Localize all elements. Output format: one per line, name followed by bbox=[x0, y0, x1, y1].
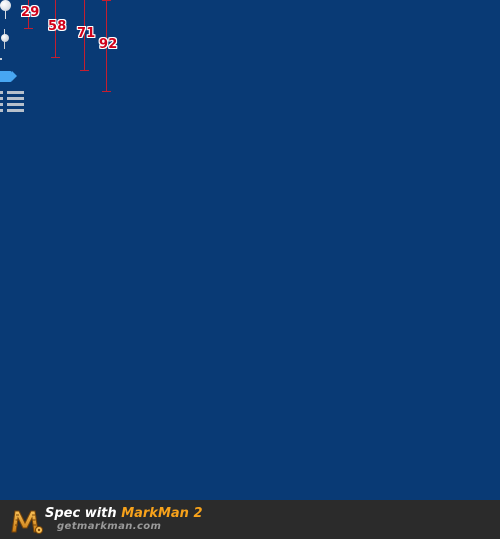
measurement-guide: 29 bbox=[21, 0, 39, 29]
measurement-label: 58 bbox=[48, 19, 67, 34]
list-bullet bbox=[0, 103, 3, 106]
list-row bbox=[0, 97, 24, 100]
footer-title: Spec with MarkMan 2 bbox=[45, 506, 203, 521]
footer-product-name[interactable]: MarkMan 2 bbox=[121, 506, 202, 521]
measurement-cap bbox=[102, 91, 111, 92]
list-bar bbox=[7, 97, 24, 100]
measurement-cap bbox=[24, 28, 33, 29]
measurement-guide: 58 bbox=[48, 0, 66, 58]
measurement-label: 71 bbox=[77, 26, 96, 41]
measurement-guide: 92 bbox=[99, 0, 117, 92]
list-icon[interactable] bbox=[0, 91, 24, 112]
list-row bbox=[0, 109, 24, 112]
list-bar bbox=[7, 91, 24, 94]
list-bullet bbox=[0, 91, 3, 94]
list-bar bbox=[7, 109, 24, 112]
list-row bbox=[0, 103, 24, 106]
footer-bar: Spec with MarkMan 2 getmarkman.com bbox=[0, 500, 500, 539]
pin-icon[interactable] bbox=[0, 29, 10, 49]
measurement-cap bbox=[51, 57, 60, 58]
footer-url-link[interactable]: getmarkman.com bbox=[57, 521, 161, 533]
list-bar bbox=[7, 103, 24, 106]
list-bullet bbox=[0, 97, 3, 100]
measurement-label: 92 bbox=[99, 37, 118, 52]
list-bullet bbox=[0, 109, 3, 112]
pin-head bbox=[1, 34, 9, 42]
tag-tip bbox=[12, 71, 17, 81]
pin-stem bbox=[5, 9, 6, 19]
list-row bbox=[0, 91, 24, 94]
footer-title-prefix: Spec with bbox=[45, 506, 122, 521]
tag-body bbox=[0, 71, 12, 82]
measurement-guide: 71 bbox=[77, 0, 95, 71]
measurement-label: 29 bbox=[21, 5, 40, 20]
markman-logo-icon[interactable] bbox=[10, 506, 44, 534]
tag-icon[interactable] bbox=[0, 71, 17, 82]
design-canvas: 29 58 71 92 Spec with MarkMan 2 getmarkm… bbox=[0, 0, 500, 539]
tick-mark bbox=[0, 58, 2, 60]
pin-icon[interactable] bbox=[0, 0, 11, 20]
measurement-cap bbox=[80, 70, 89, 71]
